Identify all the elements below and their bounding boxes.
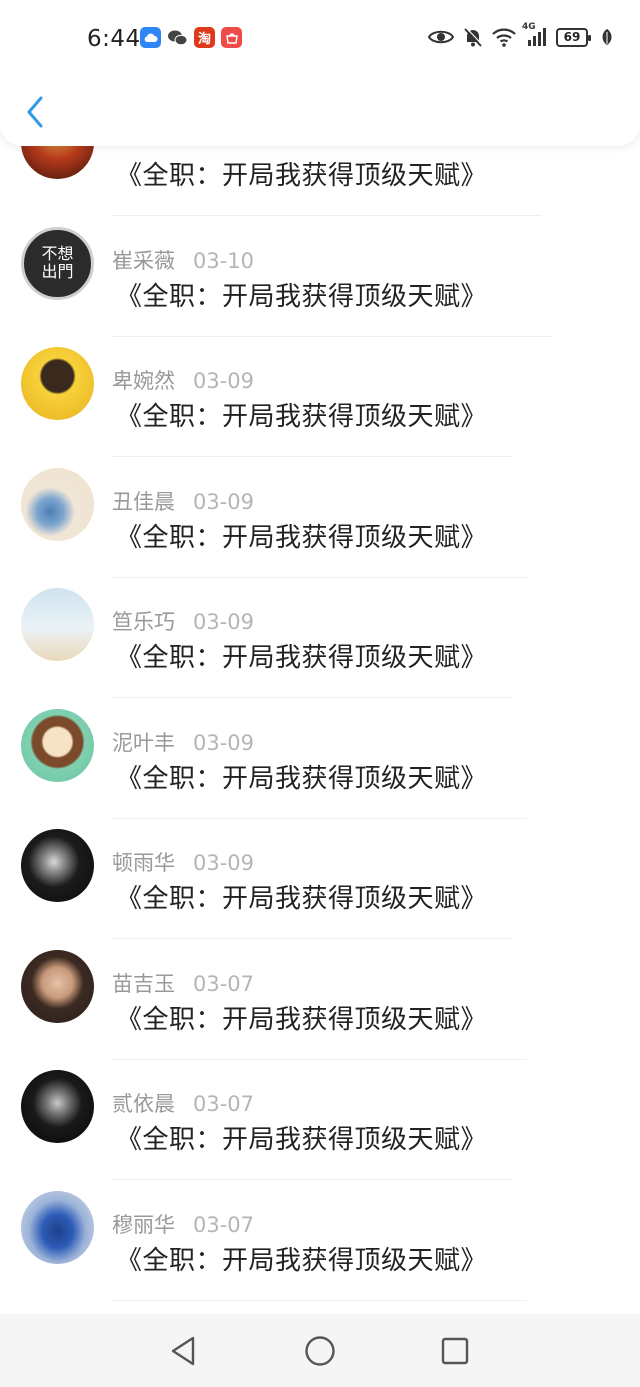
- username[interactable]: 顿雨华: [112, 847, 175, 877]
- leaf-icon: [602, 29, 612, 45]
- signal-icon: 4G: [522, 22, 548, 48]
- divider: [112, 1299, 527, 1301]
- comment-text: 《全职：开局我获得顶级天赋》: [116, 1245, 488, 1276]
- avatar[interactable]: [21, 708, 94, 782]
- username[interactable]: 崔采薇: [112, 245, 175, 275]
- avatar[interactable]: [21, 467, 94, 541]
- comment-date: 03-10: [193, 248, 255, 273]
- huawei-icon: [221, 27, 242, 48]
- comment-date: 03-09: [193, 730, 255, 755]
- comment-date: 03-09: [193, 610, 255, 634]
- avatar-caption: 不想 出門: [41, 244, 74, 281]
- username[interactable]: 穆丽华: [112, 1209, 175, 1239]
- nav-recents-button[interactable]: [438, 1334, 472, 1368]
- comment-list-page: 《全职：开局我获得顶级天赋》 不想 出門 崔采薇 03-10 《全职：开局我获得…: [0, 0, 640, 1387]
- taobao-icon: 淘: [194, 27, 215, 48]
- avatar[interactable]: [21, 949, 94, 1023]
- comment-list[interactable]: 《全职：开局我获得顶级天赋》 不想 出門 崔采薇 03-10 《全职：开局我获得…: [0, 66, 640, 1301]
- back-triangle-icon: [171, 1336, 195, 1366]
- cloud-icon: [140, 27, 161, 48]
- list-item[interactable]: 不想 出門 崔采薇 03-10 《全职：开局我获得顶级天赋》: [0, 187, 640, 337]
- battery-indicator: 69: [556, 27, 591, 47]
- comment-date: 03-09: [193, 851, 255, 875]
- status-time: 6:44: [87, 26, 141, 52]
- list-item[interactable]: 贰依晨 03-07 《全职：开局我获得顶级天赋》: [0, 1030, 640, 1180]
- back-button[interactable]: [20, 92, 50, 132]
- avatar[interactable]: [21, 1070, 94, 1143]
- list-item[interactable]: 顿雨华 03-09 《全职：开局我获得顶级天赋》: [0, 789, 640, 939]
- username[interactable]: 卑婉然: [112, 365, 175, 395]
- eye-icon: [428, 30, 454, 44]
- list-item[interactable]: 笪乐巧 03-09 《全职：开局我获得顶级天赋》: [0, 548, 640, 698]
- nav-back-button[interactable]: [166, 1334, 200, 1368]
- list-item[interactable]: 丑佳晨 03-09 《全职：开局我获得顶级天赋》: [0, 428, 640, 578]
- chevron-left-icon: [27, 96, 43, 128]
- status-right-icons: 4G 69: [428, 22, 614, 48]
- username[interactable]: 贰依晨: [112, 1088, 175, 1118]
- avatar[interactable]: 不想 出門: [21, 226, 94, 300]
- wechat-icon: [167, 27, 188, 48]
- comment-date: 03-09: [193, 369, 255, 393]
- nav-home-button[interactable]: [303, 1334, 337, 1368]
- system-nav-bar: [0, 1314, 640, 1387]
- avatar[interactable]: [21, 347, 94, 420]
- username[interactable]: 苗吉玉: [112, 968, 175, 998]
- status-app-icons: 淘: [140, 27, 242, 48]
- username[interactable]: 泥叶丰: [112, 727, 175, 757]
- avatar[interactable]: [21, 588, 94, 661]
- username[interactable]: 笪乐巧: [112, 606, 175, 636]
- recents-square-icon: [441, 1337, 469, 1365]
- comment-date: 03-09: [193, 489, 255, 514]
- wifi-icon: [492, 28, 516, 47]
- mute-bell-icon: [464, 27, 483, 47]
- home-circle-icon: [305, 1336, 335, 1366]
- list-item[interactable]: 穆丽华 03-07 《全职：开局我获得顶级天赋》: [0, 1151, 640, 1301]
- comment-date: 03-07: [193, 1092, 255, 1116]
- comment-date: 03-07: [193, 971, 255, 996]
- avatar[interactable]: [21, 1190, 94, 1264]
- username[interactable]: 丑佳晨: [112, 486, 175, 516]
- list-item[interactable]: 卑婉然 03-09 《全职：开局我获得顶级天赋》: [0, 307, 640, 457]
- avatar[interactable]: [21, 829, 94, 902]
- list-item[interactable]: 苗吉玉 03-07 《全职：开局我获得顶级天赋》: [0, 910, 640, 1060]
- top-header: 6:44 淘 4G 69: [0, 0, 640, 146]
- list-item[interactable]: 泥叶丰 03-09 《全职：开局我获得顶级天赋》: [0, 669, 640, 819]
- comment-date: 03-07: [193, 1212, 255, 1237]
